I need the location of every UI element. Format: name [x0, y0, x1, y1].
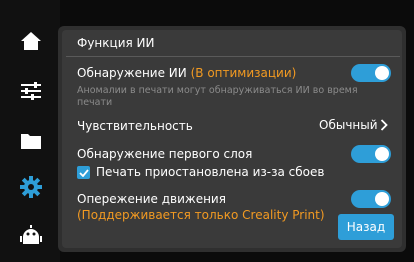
sidebar-item-system[interactable] [14, 170, 48, 204]
pause-on-failure-checkbox[interactable] [77, 166, 90, 179]
sensitivity-label: Чувствительность [77, 119, 193, 133]
sensitivity-value: Обычный [319, 118, 378, 132]
sidebar-item-settings-adjust[interactable] [14, 74, 48, 108]
screen: Функция ИИ Обнаружение ИИ (В оптимизации… [0, 0, 414, 262]
toggle-knob [375, 147, 389, 161]
pause-on-failure-label: Печать приостановлена из-за сбоев [96, 165, 325, 179]
back-button[interactable]: Назад [338, 214, 394, 240]
sliders-icon [21, 82, 41, 100]
toggle-knob [375, 192, 389, 206]
section-title: Функция ИИ [77, 36, 155, 50]
sensitivity-selector[interactable]: Обычный [319, 118, 388, 132]
first-layer-toggle[interactable] [351, 145, 391, 163]
ai-detection-hint: Аномалии в печати могут обнаруживаться И… [77, 85, 358, 108]
sidebar-item-home[interactable] [14, 24, 48, 58]
toggle-knob [375, 66, 389, 80]
chevron-right-icon [380, 119, 388, 131]
section-divider [66, 56, 400, 57]
sidebar [0, 0, 60, 262]
motion-advance-toggle[interactable] [351, 190, 391, 208]
ai-detection-toggle[interactable] [351, 64, 391, 82]
sidebar-item-ai[interactable] [14, 218, 48, 252]
home-icon [21, 32, 41, 50]
gear-icon [20, 176, 42, 198]
checkmark-icon [78, 168, 89, 177]
folder-icon [21, 134, 41, 149]
robot-icon [20, 225, 42, 244]
first-layer-label: Обнаружение первого слоя [77, 147, 253, 161]
ai-detection-row: Обнаружение ИИ (В оптимизации) [77, 66, 296, 80]
motion-advance-label: Опережение движения [77, 192, 226, 206]
ai-detection-status: (В оптимизации) [190, 66, 297, 80]
sidebar-item-files[interactable] [14, 124, 48, 158]
ai-detection-label: Обнаружение ИИ [77, 66, 187, 80]
motion-advance-note: (Поддерживается только Creality Print) [77, 208, 325, 222]
